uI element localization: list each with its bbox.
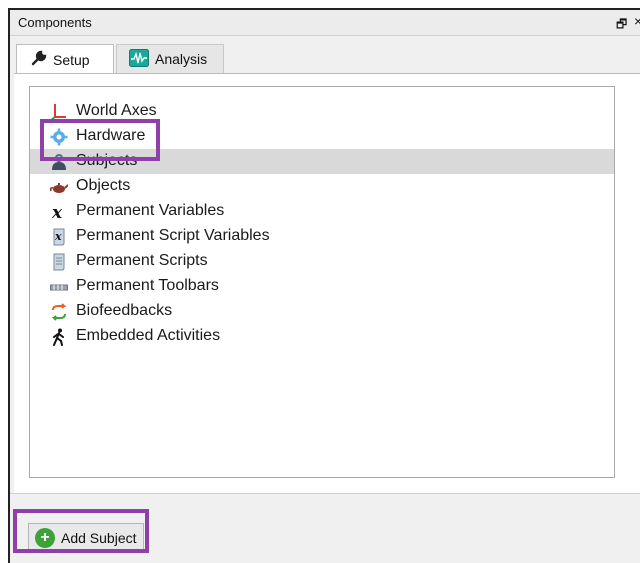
tree-item-label: Biofeedbacks [76, 302, 173, 319]
tree-item-label: Permanent Script Variables [76, 227, 270, 244]
tab-setup-label: Setup [53, 51, 90, 68]
tree-item-label: Objects [76, 177, 131, 194]
tree-item-permanent-script-variables[interactable]: x Permanent Script Variables [30, 224, 614, 249]
toolbar-icon [50, 278, 68, 296]
tree-item-permanent-variables[interactable]: x Permanent Variables [30, 199, 614, 224]
tree-item-permanent-scripts[interactable]: Permanent Scripts [30, 249, 614, 274]
tree-item-label: World Axes [76, 102, 157, 119]
tree-item-objects[interactable]: Objects [30, 174, 614, 199]
panel-title: Components [18, 15, 92, 30]
tree-item-embedded-activities[interactable]: Embedded Activities [30, 324, 614, 349]
subjects-highlight-box [40, 119, 160, 161]
tree-item-label: Permanent Variables [76, 202, 225, 219]
tree-item-label: Embedded Activities [76, 327, 221, 344]
script-icon [50, 253, 68, 271]
waveform-icon [129, 48, 149, 70]
panel-titlebar: Components 🗗 × [10, 10, 640, 36]
float-window-icon[interactable]: 🗗 [616, 15, 627, 36]
teapot-icon [50, 178, 68, 196]
close-icon[interactable]: × [634, 13, 640, 29]
tree-item-permanent-toolbars[interactable]: Permanent Toolbars [30, 274, 614, 299]
tab-analysis[interactable]: Analysis [116, 44, 224, 74]
svg-text:x: x [51, 203, 63, 221]
tree-item-biofeedbacks[interactable]: Biofeedbacks [30, 299, 614, 324]
wrench-icon [31, 50, 47, 69]
svg-text:x: x [54, 230, 62, 243]
tab-setup[interactable]: Setup [16, 44, 114, 74]
tab-analysis-label: Analysis [155, 51, 208, 67]
tree-item-label: Permanent Scripts [76, 252, 208, 269]
variable-x-icon: x [50, 203, 68, 221]
components-panel: Components 🗗 × Setup Analysis World Axes… [8, 8, 640, 563]
walking-person-icon [50, 328, 68, 346]
script-variable-icon: x [50, 228, 68, 246]
tab-bar: Setup Analysis [10, 36, 640, 74]
tree-item-label: Permanent Toolbars [76, 277, 219, 294]
add-subject-highlight-box [13, 509, 149, 553]
biofeedback-icon [50, 303, 68, 321]
